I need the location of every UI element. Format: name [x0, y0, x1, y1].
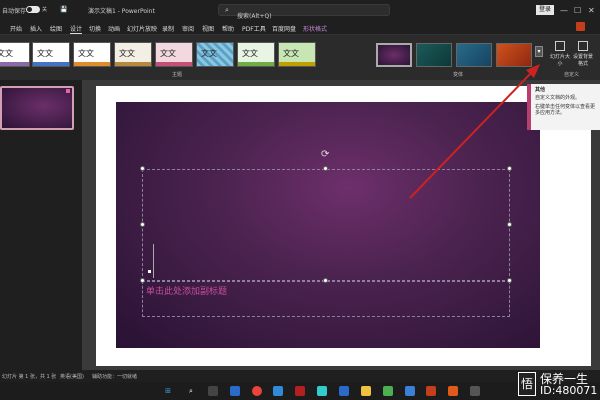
- app-icon[interactable]: [317, 386, 327, 396]
- app-icon[interactable]: [448, 386, 458, 396]
- arrow-line: [409, 71, 533, 199]
- powerpoint-icon[interactable]: [426, 386, 436, 396]
- tooltip-title: 其他: [535, 87, 546, 93]
- annotation-arrow: [409, 64, 540, 199]
- chrome-icon[interactable]: [252, 386, 262, 396]
- search-icon[interactable]: ⌕: [186, 386, 196, 396]
- slide-count: 幻灯片 第 1 张，共 1 张: [2, 374, 57, 380]
- app-icon[interactable]: [405, 386, 415, 396]
- tooltip-line1: 自定义文档的外观。: [535, 95, 581, 101]
- file-explorer-icon[interactable]: [361, 386, 371, 396]
- app-icon[interactable]: [273, 386, 283, 396]
- watermark-line2: ID:480071: [540, 384, 598, 397]
- watermark: 悟 保养一生 ID:480071: [518, 368, 600, 400]
- app-icon[interactable]: [470, 386, 480, 396]
- watermark-logo: 悟: [518, 372, 536, 396]
- taskbar: ⊞ ⌕: [0, 382, 600, 400]
- status-bar: 幻灯片 第 1 张，共 1 张 英语(美国) 辅助功能：一切就绪: [0, 370, 600, 382]
- app-icon[interactable]: [339, 386, 349, 396]
- task-view-icon[interactable]: [208, 386, 218, 396]
- widgets-icon[interactable]: [230, 386, 240, 396]
- app-icon[interactable]: [383, 386, 393, 396]
- language-status[interactable]: 英语(美国): [60, 373, 84, 380]
- accessibility-status[interactable]: 辅助功能：一切就绪: [92, 373, 137, 380]
- app-icon[interactable]: [295, 386, 305, 396]
- tooltip: 其他 自定义文档的外观。 右键单击任何变体以查看更多应用方法。: [527, 84, 600, 130]
- windows-start-icon[interactable]: ⊞: [163, 386, 173, 396]
- tooltip-line2: 右键单击任何变体以查看更多应用方法。: [535, 104, 596, 116]
